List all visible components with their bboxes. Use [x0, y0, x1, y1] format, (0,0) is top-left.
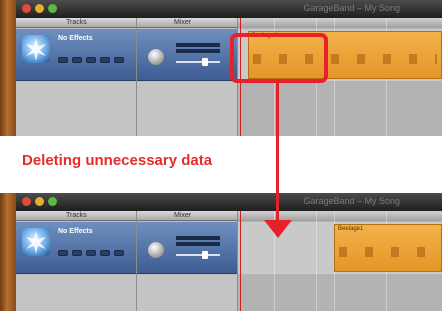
no-effects-icon: [22, 35, 50, 63]
mixer-header[interactable]: Mixer: [174, 18, 191, 28]
empty-track-area: [16, 82, 238, 136]
track-header-row: Tracks Mixer: [16, 18, 238, 28]
window-title: GarageBand – My Song: [303, 196, 400, 206]
window-title: GarageBand – My Song: [303, 3, 400, 13]
solo-button[interactable]: [86, 57, 96, 63]
mixer-header[interactable]: Mixer: [174, 211, 191, 221]
level-meter-right: [176, 242, 220, 246]
volume-slider-thumb[interactable]: [202, 251, 208, 259]
close-button[interactable]: [22, 4, 31, 13]
minimize-button[interactable]: [35, 197, 44, 206]
lock-button[interactable]: [100, 250, 110, 256]
grid-line: [316, 211, 317, 311]
pan-knob[interactable]: [148, 242, 164, 258]
region-label: Beelage1: [338, 226, 364, 232]
after-screenshot: GarageBand – My Song Tracks Mixer No Eff…: [0, 193, 442, 311]
window-controls: [22, 4, 57, 13]
zoom-button[interactable]: [48, 4, 57, 13]
wood-frame: [0, 0, 16, 136]
audio-region[interactable]: Beelage1: [334, 224, 442, 272]
column-divider: [136, 211, 137, 311]
track-name: No Effects: [58, 228, 93, 235]
tracks-header[interactable]: Tracks: [66, 18, 87, 28]
minimize-button[interactable]: [35, 4, 44, 13]
region-waveform: [339, 247, 437, 257]
app-window: GarageBand – My Song Tracks Mixer No Eff…: [16, 0, 442, 136]
mute-button[interactable]: [72, 250, 82, 256]
empty-track-area: [16, 275, 238, 311]
app-window: GarageBand – My Song Tracks Mixer No Eff…: [16, 193, 442, 311]
lock-button[interactable]: [100, 57, 110, 63]
track-name: No Effects: [58, 35, 93, 42]
view-button[interactable]: [114, 57, 124, 63]
no-effects-icon: [22, 228, 50, 256]
window-controls: [22, 197, 57, 206]
level-meter-right: [176, 49, 220, 53]
volume-slider[interactable]: [176, 61, 220, 63]
track-row[interactable]: No Effects: [16, 222, 238, 274]
track-controls: [58, 57, 124, 63]
zoom-button[interactable]: [48, 197, 57, 206]
highlight-box: [230, 33, 328, 83]
before-screenshot: GarageBand – My Song Tracks Mixer No Eff…: [0, 0, 442, 136]
caption: Deleting unnecessary data: [22, 152, 213, 169]
wood-frame: [0, 193, 16, 311]
title-bar: GarageBand – My Song: [16, 193, 442, 211]
view-button[interactable]: [114, 250, 124, 256]
pan-knob[interactable]: [148, 49, 164, 65]
track-header-row: Tracks Mixer: [16, 211, 238, 221]
close-button[interactable]: [22, 197, 31, 206]
level-meter-left: [176, 236, 220, 240]
mute-button[interactable]: [72, 57, 82, 63]
record-button[interactable]: [58, 250, 68, 256]
playhead[interactable]: [240, 211, 241, 311]
level-meter-left: [176, 43, 220, 47]
volume-slider[interactable]: [176, 254, 220, 256]
arrow-shaft: [276, 83, 279, 223]
solo-button[interactable]: [86, 250, 96, 256]
track-row[interactable]: No Effects: [16, 29, 238, 81]
tracks-header[interactable]: Tracks: [66, 211, 87, 221]
record-button[interactable]: [58, 57, 68, 63]
down-arrow-icon: [264, 220, 292, 238]
title-bar: GarageBand – My Song: [16, 0, 442, 18]
timeline-ruler[interactable]: [238, 18, 442, 28]
volume-slider-thumb[interactable]: [202, 58, 208, 66]
track-controls: [58, 250, 124, 256]
column-divider: [136, 18, 137, 136]
